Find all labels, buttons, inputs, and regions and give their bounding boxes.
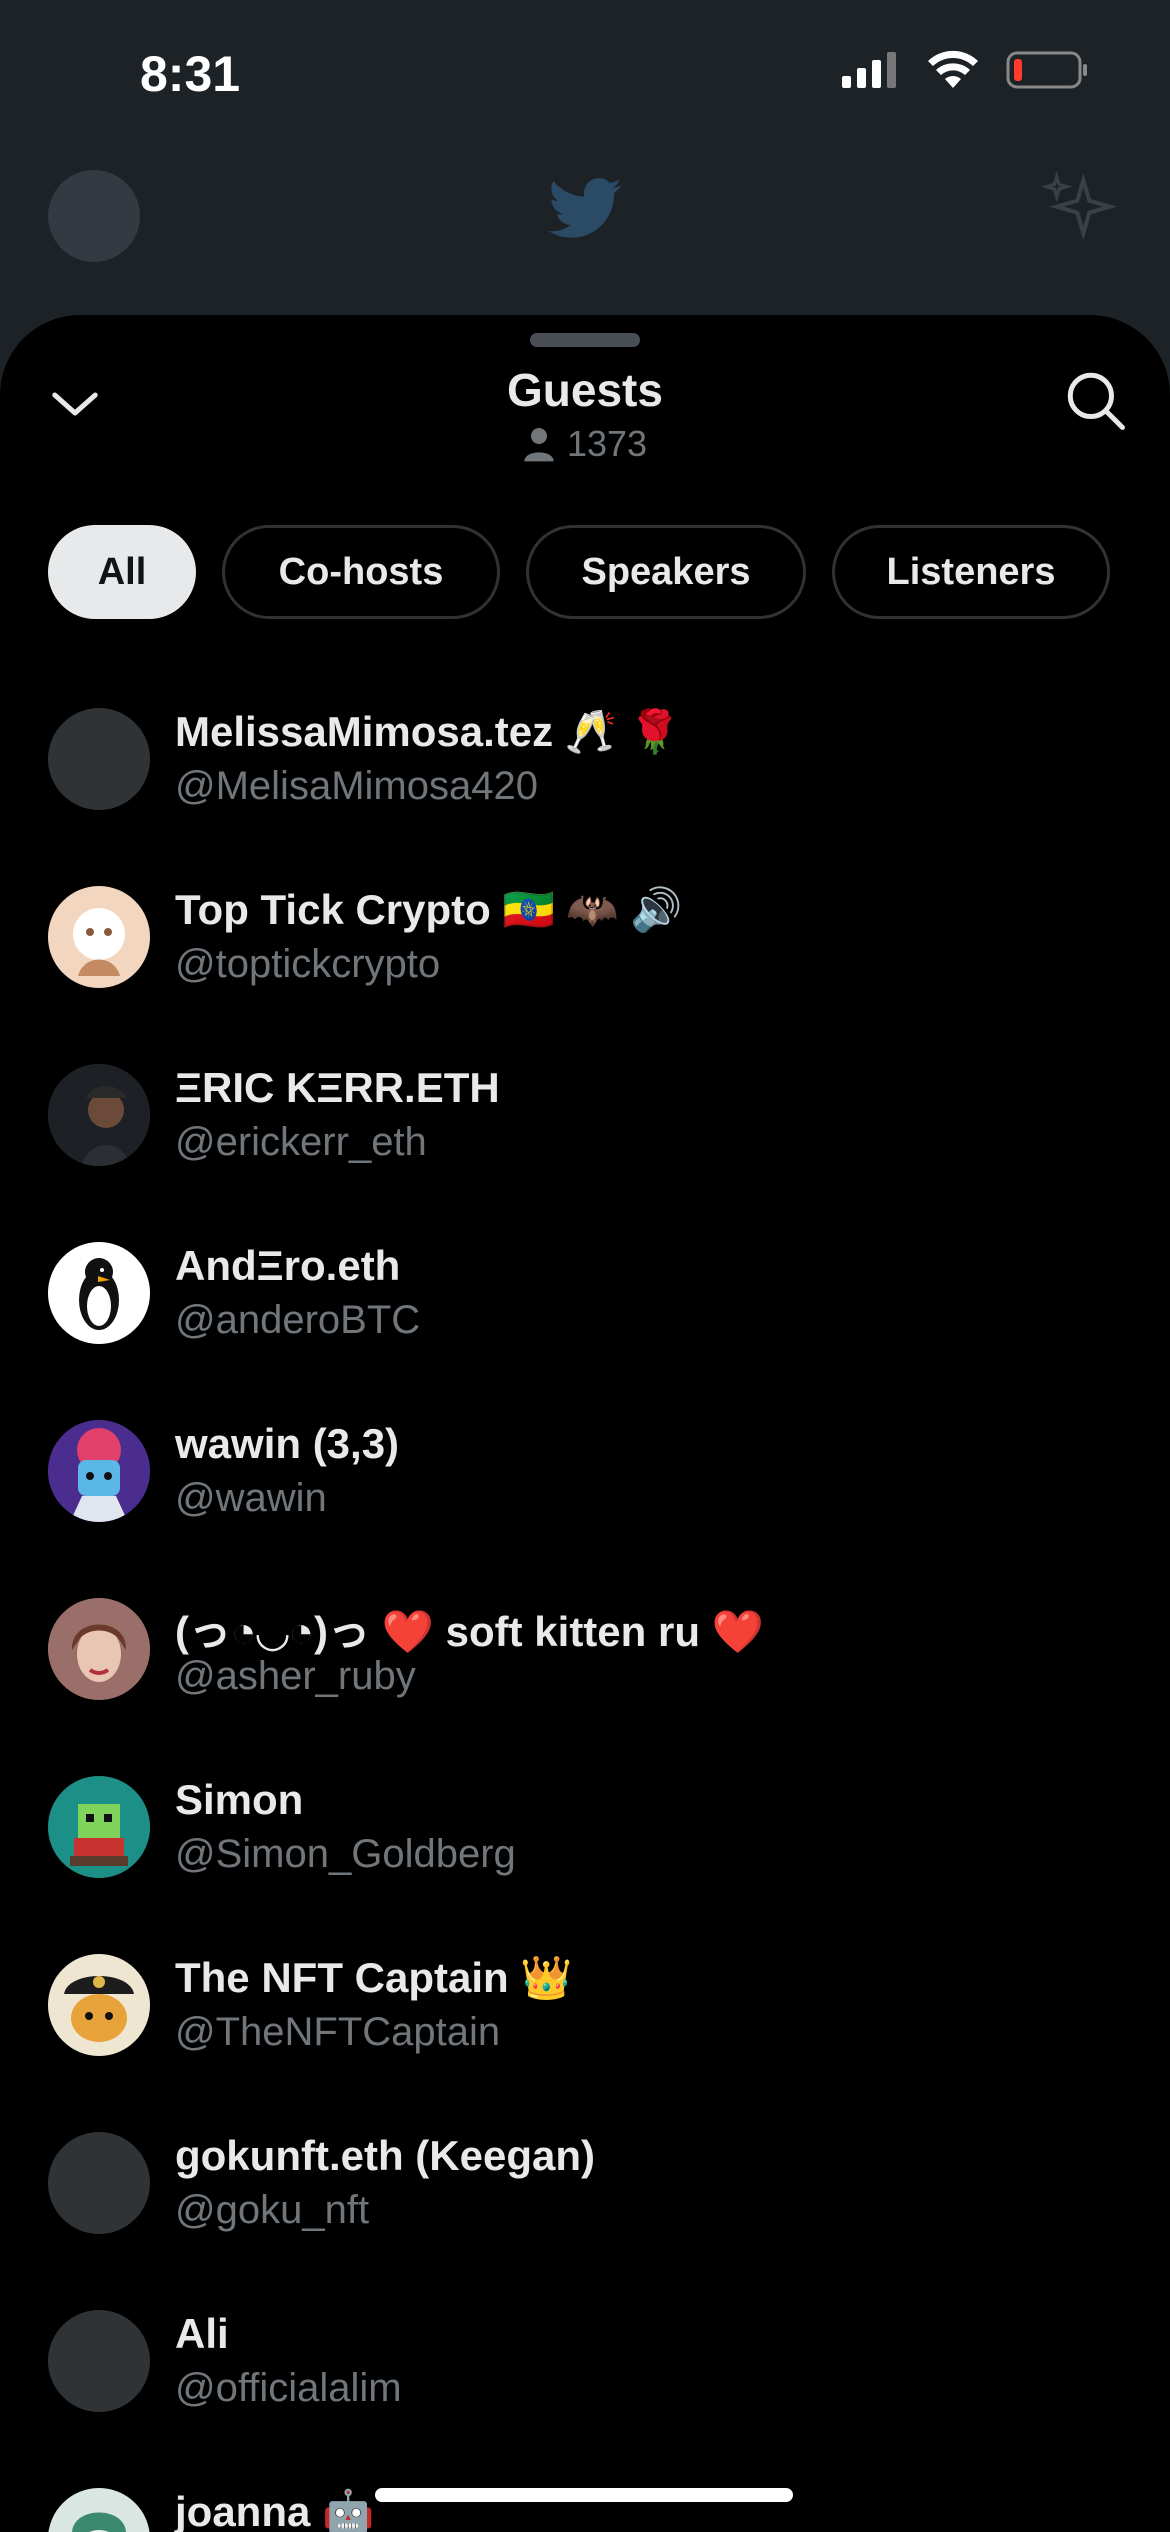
list-item[interactable]: AndΞro.eth @anderoBTC — [0, 1214, 1170, 1392]
status-bar: 8:31 — [0, 0, 1170, 150]
twitter-bird-icon — [548, 178, 622, 238]
status-time: 8:31 — [140, 46, 241, 102]
listener-count-value: 1373 — [566, 423, 648, 464]
tab-all[interactable]: All — [48, 525, 196, 619]
list-item[interactable]: wawin (3,3) @wawin — [0, 1392, 1170, 1570]
tab-speakers[interactable]: Speakers — [526, 525, 806, 619]
sparkle-icon — [1040, 170, 1118, 241]
battery-low-icon — [1006, 51, 1087, 89]
avatar[interactable] — [48, 1776, 150, 1878]
list-item[interactable]: The NFT Captain 👑 @TheNFTCaptain — [0, 1926, 1170, 2104]
guest-handle: @officialalim — [175, 2366, 402, 2410]
guest-name: The NFT Captain 👑 — [175, 1954, 573, 2001]
avatar[interactable] — [48, 1954, 150, 2056]
guest-name: MelissaMimosa.tez 🥂 🌹 — [175, 708, 682, 755]
guest-handle: @toptickcrypto — [175, 942, 441, 986]
sheet-grabber[interactable] — [530, 333, 640, 347]
guest-name: gokunft.eth (Keegan) — [175, 2132, 595, 2179]
guest-handle: @asher_ruby — [175, 1654, 416, 1698]
guest-name: Top Tick Crypto 🇪🇹 🦇 🔊 — [175, 886, 683, 933]
filter-tabs: All Co-hosts Speakers Listeners — [48, 525, 1110, 619]
home-indicator[interactable] — [375, 2488, 793, 2502]
guests-sheet: Guests 1373 All Co-hosts Speakers Listen… — [0, 315, 1170, 2532]
avatar[interactable] — [48, 886, 150, 988]
status-icons — [840, 50, 1090, 90]
guest-handle: @anderoBTC — [175, 1298, 421, 1342]
sheet-title: Guests — [507, 364, 663, 416]
tab-listeners[interactable]: Listeners — [832, 525, 1110, 619]
avatar[interactable] — [48, 708, 150, 810]
list-item[interactable]: Top Tick Crypto 🇪🇹 🦇 🔊 @toptickcrypto — [0, 858, 1170, 1036]
search-icon[interactable] — [1062, 367, 1128, 433]
avatar[interactable] — [48, 2488, 150, 2532]
guest-name: joanna 🤖 — [175, 2488, 375, 2532]
avatar[interactable] — [48, 1598, 150, 1700]
avatar[interactable] — [48, 2132, 150, 2234]
guest-handle: @MelisaMimosa420 — [175, 764, 538, 808]
list-item[interactable]: ΞRIC KΞRR.ETH @erickerr_eth — [0, 1036, 1170, 1214]
list-item[interactable]: Simon @Simon_Goldberg — [0, 1748, 1170, 1926]
listener-count: 1373 — [0, 423, 1170, 465]
avatar[interactable] — [48, 1420, 150, 1522]
person-icon — [524, 428, 554, 462]
guest-name: wawin (3,3) — [175, 1420, 400, 1467]
tab-co-hosts[interactable]: Co-hosts — [222, 525, 500, 619]
guest-name: Simon — [175, 1776, 304, 1823]
guest-name: AndΞro.eth — [175, 1242, 401, 1289]
guest-name: ΞRIC KΞRR.ETH — [175, 1064, 500, 1111]
guest-name: Ali — [175, 2310, 229, 2357]
avatar[interactable] — [48, 1242, 150, 1344]
background-app-header — [0, 150, 1170, 310]
guest-handle: @Simon_Goldberg — [175, 1832, 516, 1876]
guest-handle: @TheNFTCaptain — [175, 2010, 501, 2054]
wifi-icon — [928, 50, 978, 88]
list-item[interactable]: (っ◔◡◔)っ ❤️ soft kitten ru ❤️ @asher_ruby — [0, 1570, 1170, 1748]
profile-avatar — [48, 170, 140, 262]
list-item[interactable]: gokunft.eth (Keegan) @goku_nft — [0, 2104, 1170, 2282]
list-item[interactable]: Ali @officialalim — [0, 2282, 1170, 2460]
avatar[interactable] — [48, 1064, 150, 1166]
avatar[interactable] — [48, 2310, 150, 2412]
guest-handle: @erickerr_eth — [175, 1120, 427, 1164]
guest-list: MelissaMimosa.tez 🥂 🌹 @MelisaMimosa420 T… — [0, 680, 1170, 2532]
signal-icon — [842, 52, 896, 88]
guest-name: (っ◔◡◔)っ ❤️ soft kitten ru ❤️ — [175, 1608, 764, 1655]
guest-handle: @wawin — [175, 1476, 327, 1520]
guest-handle: @goku_nft — [175, 2188, 370, 2232]
list-item[interactable]: MelissaMimosa.tez 🥂 🌹 @MelisaMimosa420 — [0, 680, 1170, 858]
